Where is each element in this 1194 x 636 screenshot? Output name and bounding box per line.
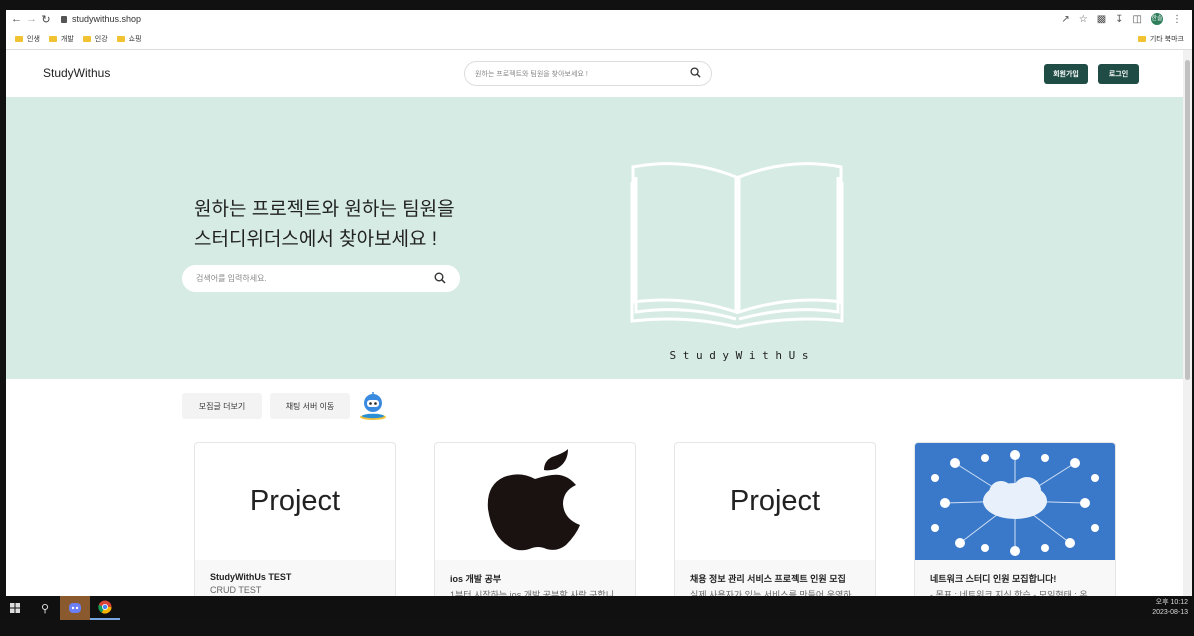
network-cloud-icon <box>931 450 1099 556</box>
open-book-icon: S t u d y W i t h U s <box>630 162 844 362</box>
bookmark-folder[interactable]: 쇼핑 <box>116 34 142 44</box>
download-icon[interactable]: ↧ <box>1115 14 1123 25</box>
bookmarks-bar: 인생 개발 인강 쇼핑 기타 북마크 <box>6 28 1192 50</box>
card-title: 채용 정보 관리 서비스 프로젝트 인원 모집 <box>690 574 846 584</box>
taskbar: ⚲ 오후 10:12 2023-08-13 <box>0 596 1194 620</box>
book-illustration: S t u d y W i t h U s <box>596 107 886 377</box>
folder-icon <box>116 35 125 42</box>
folder-icon <box>15 35 23 42</box>
url-text: studywithus.shop <box>72 14 142 24</box>
header-search-input[interactable]: 원하는 프로젝트와 팀원을 찾아보세요 ! <box>464 61 712 86</box>
card-title: StudyWithUs TEST <box>210 572 292 582</box>
page-scrollbar[interactable] <box>1183 50 1192 596</box>
card-description: 1부터 시작하는 ios 개발 공부할 사람 구합니 <box>450 590 614 596</box>
folder-icon <box>48 35 57 42</box>
star-icon[interactable]: ☆ <box>1079 14 1088 25</box>
robot-mascot-icon[interactable] <box>358 391 388 421</box>
chat-server-button[interactable]: 채팅 서버 이동 <box>270 393 350 419</box>
hero-search-input[interactable]: 검색어를 입력하세요. <box>182 265 460 292</box>
scrollbar-thumb[interactable] <box>1185 60 1190 380</box>
web-page: StudyWithus 원하는 프로젝트와 팀원을 찾아보세요 ! 회원가입 로… <box>6 50 1183 596</box>
chrome-icon[interactable] <box>90 596 120 620</box>
signup-button[interactable]: 회원가입 <box>1044 64 1088 84</box>
share-icon[interactable]: ↗ <box>1061 14 1069 25</box>
address-bar[interactable]: studywithus.shop <box>61 14 141 24</box>
toolbar-actions: ↗ ☆ ▩ ↧ ◫ 한솔 ⋮ <box>1061 13 1192 25</box>
post-card[interactable]: ios 개발 공부 1부터 시작하는 ios 개발 공부할 사람 구합니 <box>434 442 636 596</box>
post-card[interactable]: Project StudyWithUs TEST CRUD TEST <box>194 442 396 596</box>
forward-icon[interactable]: → <box>26 13 37 25</box>
more-posts-button[interactable]: 모집글 더보기 <box>182 393 262 419</box>
windows-start-icon[interactable] <box>0 596 30 620</box>
search-icon[interactable] <box>434 272 446 286</box>
login-button[interactable]: 로그인 <box>1098 64 1139 84</box>
profile-avatar[interactable]: 한솔 <box>1151 13 1163 25</box>
book-caption: S t u d y W i t h U s <box>669 349 808 362</box>
post-card-grid: Project StudyWithUs TEST CRUD TEST ios 개… <box>194 442 1116 596</box>
sidepanel-icon[interactable]: ◫ <box>1133 14 1142 25</box>
card-description: - 목표 : 네트워크 지식 학습 - 모임형태 : 온 <box>930 590 1088 596</box>
site-header: StudyWithus 원하는 프로젝트와 팀원을 찾아보세요 ! 회원가입 로… <box>6 50 1183 97</box>
header-search-placeholder: 원하는 프로젝트와 팀원을 찾아보세요 ! <box>475 70 588 78</box>
card-image <box>915 443 1115 560</box>
search-icon[interactable] <box>690 67 701 80</box>
bookmark-folder[interactable]: 인생 <box>15 34 40 44</box>
site-logo[interactable]: StudyWithus <box>43 66 110 80</box>
bookmark-folder[interactable]: 개발 <box>48 34 74 44</box>
card-description: 실제 사용자가 있는 서비스를 만들어 운영하 <box>690 590 852 596</box>
card-body: ios 개발 공부 1부터 시작하는 ios 개발 공부할 사람 구합니 <box>435 560 635 596</box>
action-row: 모집글 더보기 채팅 서버 이동 <box>182 391 388 421</box>
card-description: CRUD TEST <box>210 585 262 595</box>
card-image: Project <box>729 485 821 517</box>
lock-icon <box>61 15 67 23</box>
search-icon[interactable]: ⚲ <box>30 596 60 620</box>
hero-title: 원하는 프로젝트와 원하는 팀원을 스터디위더스에서 찾아보세요 ! <box>194 199 455 250</box>
browser-toolbar: ← → ↻ studywithus.shop ↗ ☆ ▩ ↧ ◫ 한솔 ⋮ <box>6 10 1192 28</box>
menu-icon[interactable]: ⋮ <box>1172 14 1182 25</box>
back-icon[interactable]: ← <box>11 13 22 25</box>
clock-time: 오후 10:12 <box>1155 599 1188 606</box>
folder-icon <box>82 35 91 42</box>
card-body: 채용 정보 관리 서비스 프로젝트 인원 모집 실제 사용자가 있는 서비스를 … <box>675 560 875 596</box>
card-image <box>435 443 635 560</box>
card-body: StudyWithUs TEST CRUD TEST <box>195 560 395 596</box>
clock-date: 2023-08-13 <box>1152 609 1188 616</box>
bookmark-folder[interactable]: 인강 <box>82 34 108 44</box>
reload-icon[interactable]: ↻ <box>41 13 51 26</box>
hero-banner: 원하는 프로젝트와 원하는 팀원을 스터디위더스에서 찾아보세요 ! 검색어를 … <box>6 97 1183 379</box>
system-clock[interactable]: 오후 10:12 2023-08-13 <box>1152 598 1188 618</box>
hero-search-placeholder: 검색어를 입력하세요. <box>196 274 267 283</box>
extensions-icon[interactable]: ▩ <box>1097 14 1106 25</box>
apple-logo-icon <box>487 449 580 551</box>
post-card[interactable]: Project 채용 정보 관리 서비스 프로젝트 인원 모집 실제 사용자가 … <box>674 442 876 596</box>
other-bookmarks[interactable]: 기타 북마크 <box>1137 34 1184 44</box>
card-image: Project <box>249 485 341 517</box>
card-title: 네트워크 스터디 인원 모집합니다! <box>930 574 1057 584</box>
post-card[interactable]: 네트워크 스터디 인원 모집합니다! - 목표 : 네트워크 지식 학습 - 모… <box>914 442 1116 596</box>
screen: ← → ↻ studywithus.shop ↗ ☆ ▩ ↧ ◫ 한솔 ⋮ 인생… <box>0 0 1194 636</box>
card-title: ios 개발 공부 <box>450 574 502 584</box>
folder-icon <box>1137 35 1146 42</box>
discord-icon[interactable] <box>60 596 90 620</box>
card-body: 네트워크 스터디 인원 모집합니다! - 목표 : 네트워크 지식 학습 - 모… <box>915 560 1115 596</box>
